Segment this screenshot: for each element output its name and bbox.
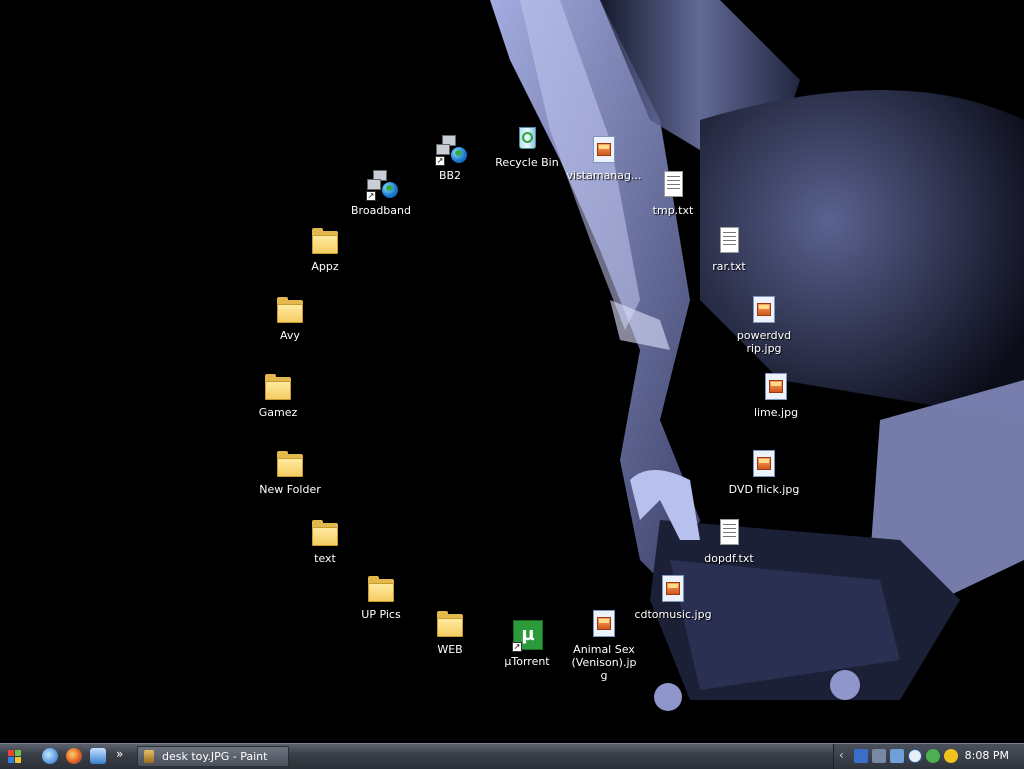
show-hidden-icons-chevron-icon[interactable]: ‹ <box>839 748 844 762</box>
system-tray: ‹ 8:08 PM <box>833 744 1024 769</box>
network-connection-icon: ↗ <box>434 134 467 166</box>
taskbar-button-paint[interactable]: desk toy.JPG - Paint <box>137 746 289 767</box>
folder-icon <box>309 225 341 257</box>
icon-label: Recycle Bin <box>495 156 559 169</box>
icon-label: powerdvd rip.jpg <box>736 329 792 355</box>
desktop-icon-rar-txt[interactable]: rar.txt <box>688 225 770 273</box>
desktop-icon-recycle-bin[interactable]: Recycle Bin <box>486 121 568 169</box>
desktop-icon-tmp-txt[interactable]: tmp.txt <box>632 169 714 217</box>
network-tray-icon[interactable] <box>854 749 868 763</box>
desktop-icon-new-folder[interactable]: New Folder <box>249 448 331 496</box>
folder-icon <box>434 608 466 640</box>
desktop-icon-utorrent[interactable]: µ ↗ µTorrent <box>486 620 568 668</box>
firefox-icon[interactable] <box>66 748 82 764</box>
folder-icon <box>274 294 306 326</box>
desktop-icon-appz[interactable]: Appz <box>284 225 366 273</box>
image-file-icon <box>748 448 780 480</box>
desktop-icon-text[interactable]: text <box>284 517 366 565</box>
shortcut-arrow-icon: ↗ <box>366 191 376 201</box>
icon-label: Animal Sex (Venison).jpg <box>571 643 637 682</box>
shortcut-arrow-icon: ↗ <box>512 642 522 652</box>
taskbar-button-label: desk toy.JPG - Paint <box>162 750 268 763</box>
internet-explorer-icon[interactable] <box>42 748 58 764</box>
icon-label: Broadband <box>351 204 411 217</box>
show-desktop-icon[interactable] <box>90 748 106 764</box>
radiation-tray-icon[interactable] <box>944 749 958 763</box>
folder-icon <box>262 371 294 403</box>
icon-label: WEB <box>437 643 463 656</box>
icon-label: Gamez <box>258 406 298 419</box>
image-file-icon <box>588 608 620 640</box>
users-tray-icon[interactable] <box>872 749 886 763</box>
desktop-icon-lime-jpg[interactable]: lime.jpg <box>735 371 817 419</box>
icon-label: µTorrent <box>504 655 550 668</box>
desktop-icon-avy[interactable]: Avy <box>249 294 331 342</box>
icon-label: lime.jpg <box>753 406 799 419</box>
desktop-icon-gamez[interactable]: Gamez <box>237 371 319 419</box>
desktop[interactable]: ↗ BB2 Recycle Bin vistamanag... ↗ Broadb… <box>0 0 1024 743</box>
icon-label: text <box>314 552 336 565</box>
image-file-icon <box>657 573 689 605</box>
desktop-icon-broadband[interactable]: ↗ Broadband <box>340 169 422 217</box>
icon-label: rar.txt <box>712 260 746 273</box>
image-file-icon <box>760 371 792 403</box>
image-file-icon <box>748 294 780 326</box>
utorrent-icon: µ ↗ <box>511 620 543 652</box>
icon-label: DVD flick.jpg <box>728 483 800 496</box>
tools-tray-icon[interactable] <box>890 749 904 763</box>
text-file-icon <box>713 225 745 257</box>
start-button[interactable] <box>2 747 28 766</box>
folder-icon <box>365 573 397 605</box>
icon-label: Appz <box>311 260 339 273</box>
folder-icon <box>274 448 306 480</box>
windows-logo-icon <box>8 750 14 756</box>
icon-label: tmp.txt <box>652 204 694 217</box>
paint-icon <box>144 750 154 763</box>
download-tray-icon[interactable] <box>908 749 922 763</box>
icon-label: dopdf.txt <box>704 552 754 565</box>
icon-label: New Folder <box>259 483 321 496</box>
network-connection-icon: ↗ <box>365 169 398 201</box>
desktop-icon-web[interactable]: WEB <box>409 608 491 656</box>
clock[interactable]: 8:08 PM <box>965 749 1009 762</box>
desktop-icon-animal-sex-venison[interactable]: Animal Sex (Venison).jpg <box>563 608 645 682</box>
antivirus-tray-icon[interactable] <box>926 749 940 763</box>
folder-icon <box>309 517 341 549</box>
image-file-icon <box>588 134 620 166</box>
taskbar: » desk toy.JPG - Paint ‹ 8:08 PM <box>0 743 1024 769</box>
text-file-icon <box>657 169 689 201</box>
quick-launch-chevron-icon[interactable]: » <box>116 747 123 761</box>
recycle-bin-icon <box>511 121 543 153</box>
desktop-icon-powerdvd-rip[interactable]: powerdvd rip.jpg <box>723 294 805 355</box>
desktop-icon-dvd-flick[interactable]: DVD flick.jpg <box>723 448 805 496</box>
text-file-icon <box>713 517 745 549</box>
desktop-icon-dopdf-txt[interactable]: dopdf.txt <box>688 517 770 565</box>
icon-label: Avy <box>280 329 300 342</box>
shortcut-arrow-icon: ↗ <box>435 156 445 166</box>
